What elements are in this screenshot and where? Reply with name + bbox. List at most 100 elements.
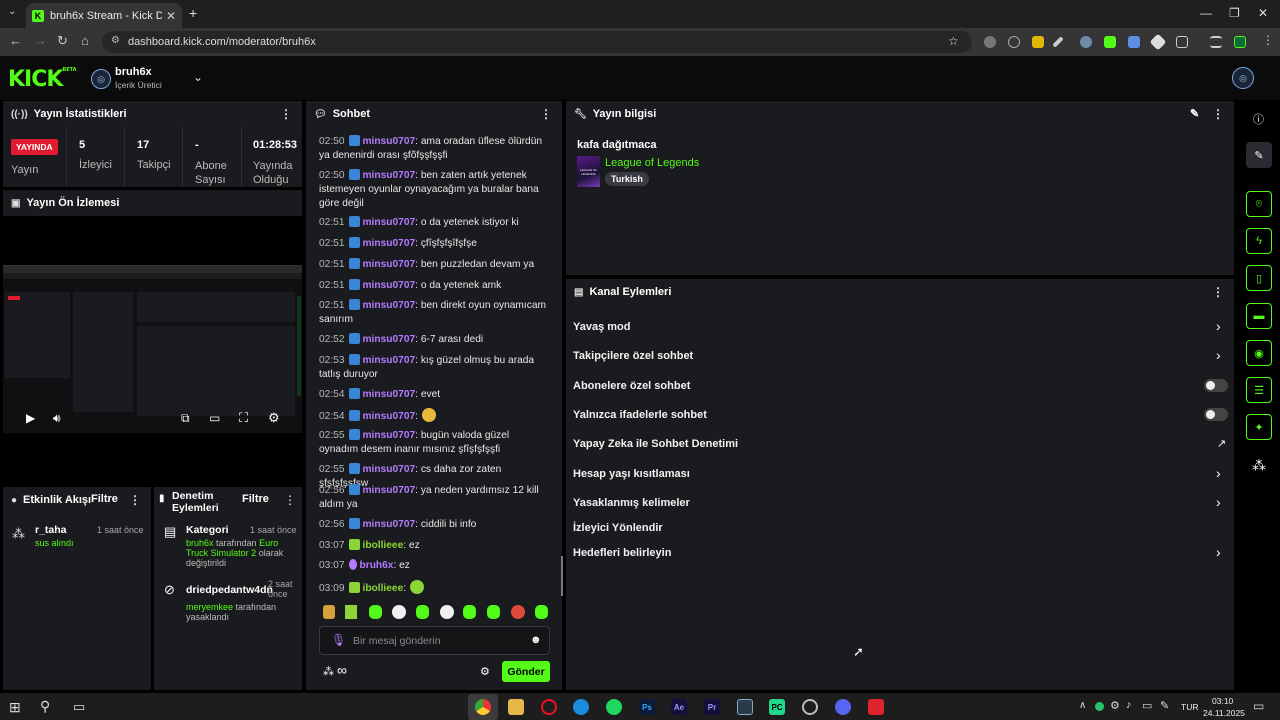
- search-icon[interactable]: ⚲: [40, 698, 50, 715]
- after-effects-icon[interactable]: Ae: [671, 699, 687, 715]
- emote-icon[interactable]: [440, 605, 454, 619]
- message-username[interactable]: ibollieee: [363, 540, 404, 551]
- subscribers-only-toggle[interactable]: [1204, 379, 1228, 392]
- emoji-icon[interactable]: ☻: [530, 634, 542, 646]
- emote-icon[interactable]: [410, 580, 425, 594]
- message-username[interactable]: minsu0707: [363, 170, 416, 181]
- chrome-icon[interactable]: [475, 699, 491, 715]
- emote-icon[interactable]: [369, 605, 382, 619]
- wrench-icon[interactable]: ✦: [1246, 414, 1272, 440]
- volume-icon[interactable]: 🔊︎: [53, 411, 61, 426]
- bookmark-star-icon[interactable]: ☆: [948, 34, 959, 48]
- broadcast-icon[interactable]: ◉: [1246, 340, 1272, 366]
- send-button[interactable]: Gönder: [502, 661, 550, 682]
- kick-points-icon[interactable]: ⁂: [323, 665, 334, 678]
- microphone-icon[interactable]: 🎙︎: [331, 633, 346, 647]
- notifications-icon[interactable]: ▭: [1253, 699, 1264, 713]
- kick-points-icon[interactable]: ⁂: [1252, 457, 1266, 474]
- info-icon[interactable]: ⓘ: [1253, 111, 1264, 127]
- message-username[interactable]: minsu0707: [363, 411, 416, 422]
- message-username[interactable]: minsu0707: [363, 355, 416, 366]
- layout-icon[interactable]: ☰: [1246, 377, 1272, 403]
- message-username[interactable]: minsu0707: [363, 238, 416, 249]
- kebab-menu-icon[interactable]: ⋮: [280, 107, 292, 121]
- category-thumbnail[interactable]: LEAGUE OF LEGENDS: [577, 156, 600, 187]
- message-username[interactable]: minsu0707: [363, 280, 416, 291]
- message-username[interactable]: minsu0707: [363, 334, 416, 345]
- site-info-icon[interactable]: ⚙: [111, 35, 120, 46]
- file-explorer-icon[interactable]: [508, 699, 524, 715]
- emote-icon[interactable]: [463, 605, 476, 619]
- obs-icon[interactable]: [802, 699, 818, 715]
- pen-icon[interactable]: ✎: [1160, 699, 1169, 712]
- opera-icon[interactable]: [541, 699, 557, 715]
- message-username[interactable]: minsu0707: [363, 389, 416, 400]
- chat-scrollbar[interactable]: [561, 556, 563, 596]
- chevron-right-icon[interactable]: ›: [1216, 465, 1221, 481]
- extensions-puzzle-icon[interactable]: [1176, 36, 1188, 48]
- emote-icon[interactable]: [416, 605, 429, 619]
- moderation-filter-button[interactable]: Filtre: [242, 493, 269, 505]
- browser-menu-icon[interactable]: ⋮: [1262, 33, 1274, 47]
- pycharm-icon[interactable]: PC: [769, 699, 785, 715]
- action-raid[interactable]: İzleyici Yönlendir: [573, 522, 663, 534]
- chevron-right-icon[interactable]: ›: [1216, 544, 1221, 560]
- edge-icon[interactable]: [573, 699, 589, 715]
- task-view-icon[interactable]: ▭: [73, 699, 85, 715]
- focus-mode-icon[interactable]: ⌾: [1246, 191, 1272, 217]
- extension-icon[interactable]: [1008, 36, 1020, 48]
- channel-avatar[interactable]: ◎: [91, 69, 111, 89]
- kick-logo[interactable]: KICKBETA: [8, 67, 77, 92]
- message-username[interactable]: minsu0707: [363, 300, 416, 311]
- kebab-menu-icon[interactable]: ⋮: [1212, 107, 1224, 121]
- emote-icon[interactable]: [422, 408, 437, 422]
- chevron-right-icon[interactable]: ›: [1216, 494, 1221, 510]
- kick-extension-icon[interactable]: [1104, 36, 1116, 48]
- premiere-icon[interactable]: Pr: [704, 699, 720, 715]
- message-username[interactable]: minsu0707: [363, 464, 416, 475]
- pip-icon[interactable]: ⧉: [181, 411, 190, 426]
- action-slow-mode[interactable]: Yavaş mod: [573, 321, 630, 333]
- clipboard-icon[interactable]: ▯: [1246, 265, 1272, 291]
- emote-icon[interactable]: [345, 605, 357, 619]
- spotify-icon[interactable]: [606, 699, 622, 715]
- mod-item-title[interactable]: driedpedantw4dn: [186, 584, 273, 596]
- tray-app-icon[interactable]: [1095, 702, 1104, 711]
- minimize-icon[interactable]: —: [1200, 6, 1212, 20]
- emote-icon[interactable]: [392, 605, 406, 619]
- user-avatar[interactable]: ◎: [1232, 67, 1254, 89]
- chat-bubble-icon[interactable]: ▬: [1246, 303, 1272, 329]
- photoshop-icon[interactable]: Ps: [639, 699, 655, 715]
- reload-icon[interactable]: ↻: [57, 33, 68, 49]
- message-username[interactable]: minsu0707: [363, 136, 416, 147]
- restore-icon[interactable]: ❐: [1229, 6, 1240, 20]
- emote-icon[interactable]: [511, 605, 525, 619]
- message-username[interactable]: ibollieee: [363, 583, 404, 594]
- edit-pencil-icon[interactable]: ✎: [1246, 142, 1272, 168]
- extension-icon[interactable]: [1032, 36, 1044, 48]
- action-ai-moderation[interactable]: Yapay Zeka ile Sohbet Denetimi: [573, 438, 738, 450]
- close-window-icon[interactable]: ✕: [1258, 6, 1268, 20]
- extension-icon[interactable]: [984, 36, 996, 48]
- message-username[interactable]: minsu0707: [363, 217, 416, 228]
- tray-chevron-icon[interactable]: ∧: [1079, 700, 1086, 711]
- edit-pencil-icon[interactable]: ✎: [1190, 107, 1199, 120]
- chat-input[interactable]: 🎙︎ Bir mesaj gönderin ☻: [319, 626, 550, 655]
- kebab-menu-icon[interactable]: ⋮: [129, 493, 141, 507]
- emotes-only-toggle[interactable]: [1204, 408, 1228, 421]
- action-goals[interactable]: Hedefleri belirleyin: [573, 547, 671, 559]
- extension-icon[interactable]: [1128, 36, 1140, 48]
- reading-list-icon[interactable]: [1210, 36, 1222, 48]
- steam-icon[interactable]: ⚙: [1110, 699, 1120, 712]
- browser-tab[interactable]: K bruh6x Stream - Kick Dashboard ✕: [26, 3, 182, 28]
- category-link[interactable]: League of Legends: [605, 157, 699, 169]
- windows-start-icon[interactable]: ⊞: [9, 699, 21, 716]
- kebab-menu-icon[interactable]: ⋮: [284, 493, 296, 507]
- theater-mode-icon[interactable]: ▭: [209, 411, 220, 425]
- channel-switch-chevron-icon[interactable]: ⌄: [193, 70, 203, 84]
- emote-icon[interactable]: [323, 605, 335, 619]
- play-icon[interactable]: ▶: [26, 411, 35, 425]
- app-icon[interactable]: [737, 699, 753, 715]
- extension-icon[interactable]: [1080, 36, 1092, 48]
- home-icon[interactable]: ⌂: [81, 33, 89, 48]
